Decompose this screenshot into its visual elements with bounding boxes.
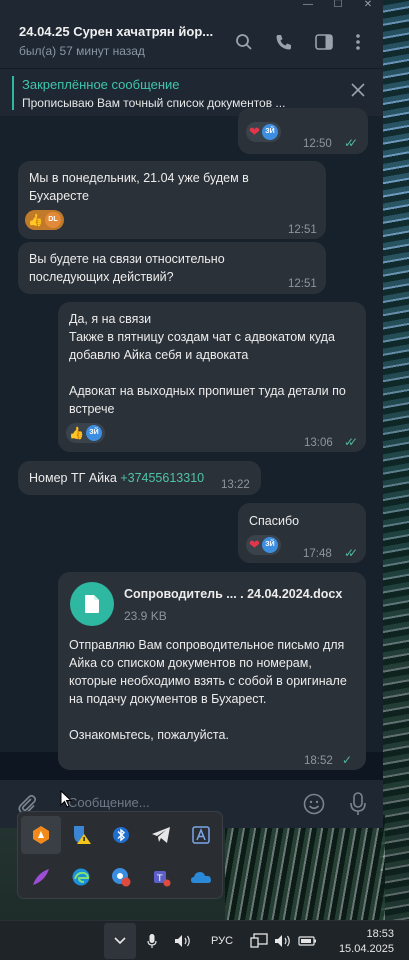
reactor-avatar: ЗЙ [85, 425, 102, 441]
pinned-indicator [12, 76, 14, 110]
chat-title[interactable]: 24.04.25 Сурен хачатрян йор... [19, 24, 219, 39]
message-text: Отправляю Вам сопроводительное письмо дл… [69, 636, 359, 744]
taskbar: РУС 18:53 15.04.2025 [0, 920, 409, 960]
volume-tray-icon[interactable] [172, 921, 194, 960]
message-text: Вы будете на связи относительно последую… [29, 252, 225, 284]
thumbs-up-reaction-icon: 👍 [28, 213, 43, 227]
edge-icon[interactable] [61, 858, 101, 896]
sent-check-icon: ✓ [342, 753, 352, 767]
input-language[interactable]: РУС [206, 921, 238, 960]
message-line: Адвокат на выходных пропишет туда детали… [69, 384, 346, 416]
telegram-window: ― ☐ ✕ 24.04.25 Сурен хачатрян йор... был… [0, 0, 383, 828]
message-time: 13:22 [221, 479, 250, 491]
battery-tray-icon[interactable] [296, 921, 320, 960]
search-icon[interactable] [234, 32, 254, 52]
message-text: Номер ТГ Айка +37455613310 [29, 469, 204, 487]
sidebar-toggle-icon[interactable] [314, 32, 334, 52]
document-message-bubble[interactable]: Сопроводитель ... . 24.04.2024.docx 23.9… [58, 572, 366, 770]
heart-reaction-icon: ❤ [249, 124, 260, 139]
speaker-tray-icon[interactable] [272, 921, 294, 960]
reaction-badge[interactable]: 👍 ЗЙ [66, 423, 105, 443]
phone-icon[interactable] [274, 32, 294, 52]
file-name[interactable]: Сопроводитель ... . 24.04.2024.docx [124, 585, 360, 603]
bluetooth-icon[interactable] [101, 816, 141, 854]
message-line: Отправляю Вам сопроводительное письмо дл… [69, 638, 347, 706]
tray-overflow-popup: T [17, 811, 223, 899]
feather-icon[interactable] [21, 858, 61, 896]
close-pinned-icon[interactable] [351, 83, 365, 102]
message-bubble[interactable]: Номер ТГ Айка +37455613310 13:22 [18, 461, 261, 495]
microphone-icon[interactable] [350, 792, 366, 821]
microphone-tray-icon[interactable] [142, 921, 162, 960]
defender-warning-icon[interactable] [61, 816, 101, 854]
network-tray-icon[interactable] [248, 921, 270, 960]
chrome-badge-icon[interactable] [101, 858, 141, 896]
read-checks-icon: ✓✓ [344, 435, 358, 449]
close-window-button[interactable]: ✕ [353, 0, 383, 10]
message-bubble[interactable]: Спасибо ❤ ЗЙ 17:48 ✓✓ [238, 503, 366, 563]
reaction-badge[interactable]: ❤ ЗЙ [246, 535, 281, 555]
wallpaper-trees-lower [225, 815, 385, 920]
maximize-button[interactable]: ☐ [323, 0, 353, 10]
message-line: Также в пятницу создам чат с адвокатом к… [69, 330, 335, 362]
teams-icon[interactable]: T [141, 858, 181, 896]
onedrive-icon[interactable] [181, 858, 221, 896]
message-time: 12:50 [303, 138, 332, 150]
window-controls: ― ☐ ✕ [293, 0, 383, 10]
pinned-heading: Закреплённое сообщение [22, 77, 180, 92]
reaction-badge[interactable]: ❤ ЗЙ [246, 122, 281, 142]
emoji-icon[interactable] [303, 793, 325, 820]
message-input[interactable]: Сообщение... [68, 795, 150, 810]
message-text: Спасибо [249, 514, 300, 528]
reactor-avatar: DL [44, 212, 61, 228]
avast-icon[interactable] [21, 816, 61, 854]
mouse-cursor-icon [60, 789, 73, 813]
file-size: 23.9 KB [124, 609, 167, 623]
text-app-icon[interactable] [181, 816, 221, 854]
message-time: 12:51 [288, 224, 317, 236]
message-bubble[interactable]: ❤ ЗЙ 12:50 ✓✓ [238, 108, 368, 154]
message-line: Ознакомьтесь, пожалуйста. [69, 728, 229, 742]
message-time: 17:48 [303, 548, 332, 560]
message-bubble[interactable]: Мы в понедельник, 21.04 уже будем в Буха… [18, 161, 326, 239]
read-checks-icon: ✓✓ [344, 546, 358, 560]
message-time: 12:51 [288, 278, 317, 290]
message-line: Да, я на связи [69, 312, 152, 326]
telegram-icon[interactable] [141, 816, 181, 854]
message-bubble[interactable]: Вы будете на связи относительно последую… [18, 242, 326, 294]
svg-text:T: T [156, 874, 163, 884]
message-text-prefix: Номер ТГ Айка [29, 471, 121, 485]
more-menu-icon[interactable] [348, 32, 368, 52]
reactor-avatar: ЗЙ [261, 124, 278, 140]
reaction-badge[interactable]: 👍 DL [25, 210, 64, 230]
minimize-button[interactable]: ― [293, 0, 323, 10]
last-seen-status: был(а) 57 минут назад [19, 44, 145, 58]
thumbs-up-reaction-icon: 👍 [69, 426, 84, 440]
heart-reaction-icon: ❤ [249, 537, 260, 552]
clock[interactable]: 18:53 15.04.2025 [328, 921, 394, 960]
read-checks-icon: ✓✓ [344, 136, 358, 150]
message-time: 18:52 [304, 755, 333, 767]
wallpaper-trees [380, 0, 409, 920]
show-hidden-icons-button[interactable] [104, 923, 136, 959]
message-text: Да, я на связи Также в пятницу создам ча… [69, 310, 359, 418]
chat-header: ― ☐ ✕ 24.04.25 Сурен хачатрян йор... был… [0, 0, 383, 68]
message-text: Мы в понедельник, 21.04 уже будем в Буха… [29, 171, 249, 203]
reactor-avatar: ЗЙ [261, 537, 278, 553]
phone-link[interactable]: +37455613310 [120, 471, 204, 485]
file-icon[interactable] [70, 582, 114, 626]
message-time: 13:06 [304, 437, 333, 449]
clock-date: 15.04.2025 [338, 942, 394, 955]
message-bubble[interactable]: Да, я на связи Также в пятницу создам ча… [58, 302, 366, 452]
clock-time: 18:53 [366, 927, 394, 940]
